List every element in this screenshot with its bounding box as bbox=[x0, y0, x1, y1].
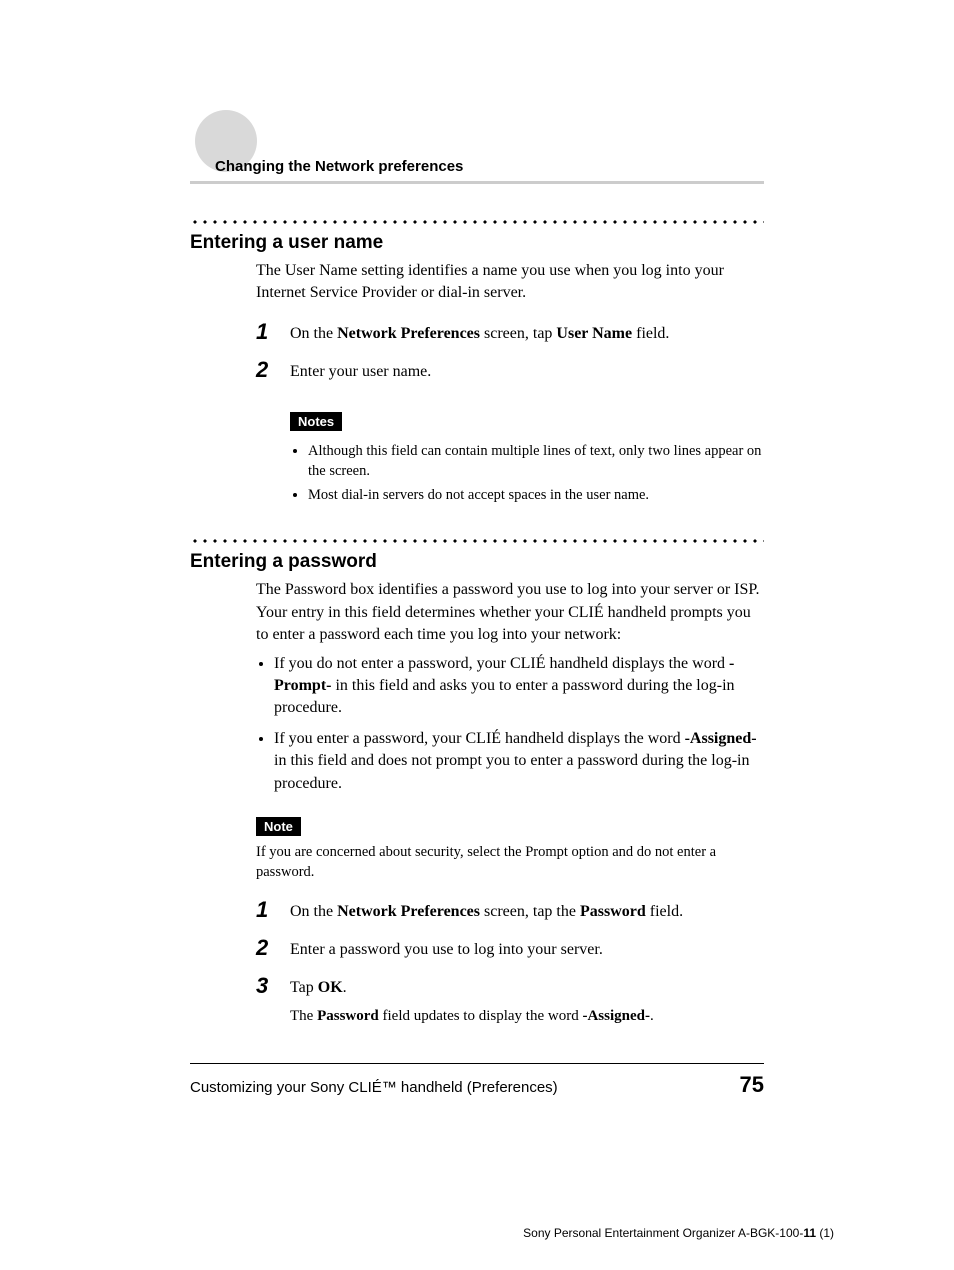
notes-block: Notes Although this field can contain mu… bbox=[290, 398, 764, 506]
footer-text: Customizing your Sony CLIÉ™ handheld (Pr… bbox=[190, 1079, 558, 1096]
text: field. bbox=[646, 903, 683, 920]
step-text: On the Network Preferences screen, tap U… bbox=[290, 321, 669, 345]
bold-text: Network Preferences bbox=[337, 325, 480, 342]
text: in this field and does not prompt you to… bbox=[274, 752, 749, 791]
bold-text: -Assigned- bbox=[685, 730, 757, 747]
bold-text: 11 bbox=[803, 1226, 816, 1240]
bold-text: OK bbox=[318, 979, 343, 996]
step-1: 1 On the Network Preferences screen, tap… bbox=[256, 321, 764, 345]
step-number: 1 bbox=[256, 321, 290, 343]
section-heading-username: Entering a user name bbox=[190, 232, 764, 254]
bullet-item: If you enter a password, your CLIÉ handh… bbox=[274, 728, 764, 795]
step-number: 2 bbox=[256, 937, 290, 959]
bold-text: Network Preferences bbox=[337, 903, 480, 920]
text: . bbox=[650, 1008, 654, 1024]
note-block: Note If you are concerned about security… bbox=[256, 803, 764, 883]
text: If you enter a password, your CLIÉ handh… bbox=[274, 730, 685, 747]
step-subtext: The Password field updates to display th… bbox=[290, 1006, 654, 1027]
section-divider-dots bbox=[190, 533, 764, 545]
text: . bbox=[343, 979, 347, 996]
step-text: Tap OK. The Password field updates to di… bbox=[290, 975, 654, 1026]
section2-steps: 1 On the Network Preferences screen, tap… bbox=[256, 899, 764, 1027]
text: On the bbox=[290, 325, 337, 342]
step-2: 2 Enter your user name. bbox=[256, 359, 764, 383]
text: (1) bbox=[816, 1226, 834, 1240]
note-label: Note bbox=[256, 817, 301, 836]
text: field. bbox=[632, 325, 669, 342]
text: screen, tap bbox=[480, 325, 556, 342]
step-3: 3 Tap OK. The Password field updates to … bbox=[256, 975, 764, 1026]
document-page: Changing the Network preferences Enterin… bbox=[0, 0, 954, 1098]
page-number: 75 bbox=[740, 1072, 764, 1098]
chapter-title: Changing the Network preferences bbox=[190, 120, 764, 184]
text: screen, tap the bbox=[480, 903, 580, 920]
notes-list: Although this field can contain multiple… bbox=[290, 441, 764, 506]
step-2: 2 Enter a password you use to log into y… bbox=[256, 937, 764, 961]
bold-text: User Name bbox=[556, 325, 632, 342]
text: Tap bbox=[290, 979, 318, 996]
bold-text: -Assigned- bbox=[582, 1008, 650, 1024]
section2-bullets-wrap: If you do not enter a password, your CLI… bbox=[256, 653, 764, 795]
bullet-item: If you do not enter a password, your CLI… bbox=[274, 653, 764, 720]
chapter-header: Changing the Network preferences bbox=[190, 120, 764, 184]
text: If you do not enter a password, your CLI… bbox=[274, 655, 729, 672]
section-heading-password: Entering a password bbox=[190, 551, 764, 573]
note-item: Although this field can contain multiple… bbox=[308, 441, 764, 482]
bold-text: Password bbox=[580, 903, 646, 920]
section2-intro: The Password box identifies a password y… bbox=[256, 579, 764, 646]
body-bullets: If you do not enter a password, your CLI… bbox=[256, 653, 764, 795]
step-number: 2 bbox=[256, 359, 290, 381]
note-text: If you are concerned about security, sel… bbox=[256, 842, 764, 883]
bold-text: Password bbox=[317, 1008, 379, 1024]
doc-footer-line: Sony Personal Entertainment Organizer A-… bbox=[523, 1226, 834, 1240]
step-1: 1 On the Network Preferences screen, tap… bbox=[256, 899, 764, 923]
text: The bbox=[290, 1008, 317, 1024]
section1-intro: The User Name setting identifies a name … bbox=[256, 260, 764, 305]
text: Sony Personal Entertainment Organizer A-… bbox=[523, 1226, 803, 1240]
step-number: 3 bbox=[256, 975, 290, 997]
note-item: Most dial-in servers do not accept space… bbox=[308, 485, 764, 505]
text: field updates to display the word bbox=[379, 1008, 583, 1024]
section-divider-dots bbox=[190, 214, 764, 226]
step-text: Enter a password you use to log into you… bbox=[290, 937, 603, 961]
step-text: On the Network Preferences screen, tap t… bbox=[290, 899, 683, 923]
text: in this field and asks you to enter a pa… bbox=[274, 677, 735, 716]
step-number: 1 bbox=[256, 899, 290, 921]
page-footer: Customizing your Sony CLIÉ™ handheld (Pr… bbox=[190, 1063, 764, 1098]
text: On the bbox=[290, 903, 337, 920]
step-text: Enter your user name. bbox=[290, 359, 431, 383]
section1-steps: 1 On the Network Preferences screen, tap… bbox=[256, 321, 764, 384]
notes-label: Notes bbox=[290, 412, 342, 431]
